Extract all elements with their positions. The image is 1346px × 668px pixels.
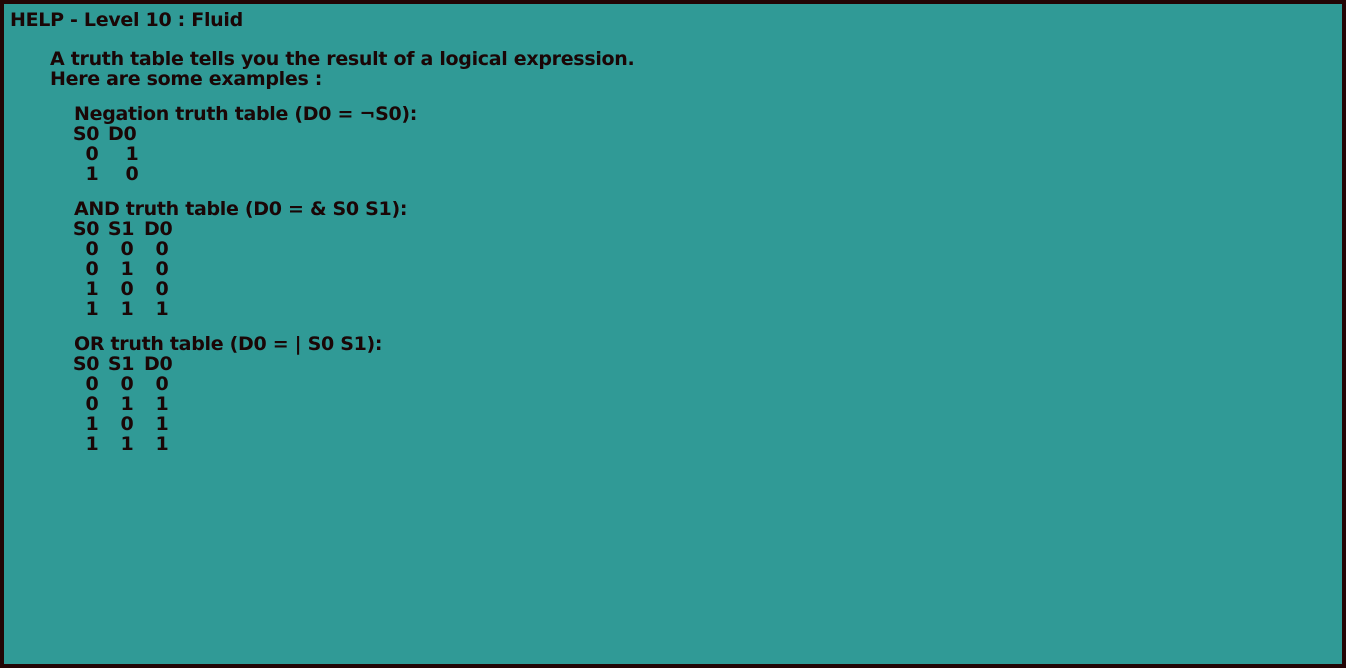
table-row: 1 1 1 bbox=[74, 299, 407, 319]
table-cell: 0 bbox=[155, 278, 169, 300]
table-cell: 1 bbox=[85, 163, 99, 185]
table-cell: 0 bbox=[85, 143, 99, 165]
table-row: 1 0 1 bbox=[74, 414, 382, 434]
table-cell: 1 bbox=[155, 393, 169, 415]
intro-line-2: Here are some examples : bbox=[50, 68, 323, 90]
table-cell: 1 bbox=[85, 298, 99, 320]
help-panel: HELP - Level 10 : Fluid A truth table te… bbox=[4, 4, 1342, 664]
header-cell: D0 bbox=[144, 353, 173, 375]
header-cell: D0 bbox=[144, 218, 173, 240]
table-cell: 1 bbox=[85, 433, 99, 455]
table-title: Negation truth table (D0 = ¬S0): bbox=[74, 103, 418, 125]
table-row: 1 1 1 bbox=[74, 434, 382, 454]
table-cell: 0 bbox=[120, 238, 134, 260]
table-row: 0 1 1 bbox=[74, 394, 382, 414]
or-truth-table: OR truth table (D0 = | S0 S1): S0 S1 D0 … bbox=[72, 333, 383, 454]
table-cell: 0 bbox=[120, 373, 134, 395]
help-title: HELP - Level 10 : Fluid bbox=[10, 9, 243, 31]
header-cell: S1 bbox=[107, 218, 135, 240]
table-cell: 0 bbox=[85, 238, 99, 260]
intro-line-1: A truth table tells you the result of a … bbox=[50, 48, 635, 70]
table-cell: 1 bbox=[155, 413, 169, 435]
table-cell: 0 bbox=[155, 258, 169, 280]
header-cell: S0 bbox=[72, 353, 100, 375]
table-row: 0 1 bbox=[74, 144, 417, 164]
table-cell: 0 bbox=[85, 373, 99, 395]
header-cell: D0 bbox=[108, 123, 137, 145]
table-cell: 1 bbox=[120, 298, 134, 320]
table-cell: 1 bbox=[155, 298, 169, 320]
table-cell: 0 bbox=[120, 413, 134, 435]
table-cell: 0 bbox=[85, 393, 99, 415]
table-header-row: S0 S1 D0 bbox=[72, 218, 407, 240]
table-title: AND truth table (D0 = & S0 S1): bbox=[74, 198, 408, 220]
table-row: 1 0 0 bbox=[74, 279, 407, 299]
header-cell: S0 bbox=[72, 218, 100, 240]
table-cell: 1 bbox=[120, 433, 134, 455]
table-cell: 1 bbox=[85, 278, 99, 300]
table-cell: 0 bbox=[120, 278, 134, 300]
table-row: 0 0 0 bbox=[74, 374, 382, 394]
header-cell: S0 bbox=[72, 123, 100, 145]
table-header-row: S0 D0 bbox=[72, 123, 417, 145]
header-cell: S1 bbox=[107, 353, 135, 375]
table-cell: 0 bbox=[125, 163, 139, 185]
table-cell: 0 bbox=[155, 373, 169, 395]
table-header-row: S0 S1 D0 bbox=[72, 353, 382, 375]
table-row: 0 0 0 bbox=[74, 239, 407, 259]
table-cell: 1 bbox=[85, 413, 99, 435]
table-cell: 1 bbox=[120, 258, 134, 280]
table-row: 1 0 bbox=[74, 164, 417, 184]
table-cell: 1 bbox=[125, 143, 139, 165]
table-cell: 1 bbox=[155, 433, 169, 455]
table-row: 0 1 0 bbox=[74, 259, 407, 279]
negation-truth-table: Negation truth table (D0 = ¬S0): S0 D0 0… bbox=[72, 103, 418, 184]
table-cell: 0 bbox=[85, 258, 99, 280]
and-truth-table: AND truth table (D0 = & S0 S1): S0 S1 D0… bbox=[72, 198, 408, 319]
table-cell: 0 bbox=[155, 238, 169, 260]
table-cell: 1 bbox=[120, 393, 134, 415]
intro-text: A truth table tells you the result of a … bbox=[50, 48, 635, 90]
table-title: OR truth table (D0 = | S0 S1): bbox=[74, 333, 383, 355]
